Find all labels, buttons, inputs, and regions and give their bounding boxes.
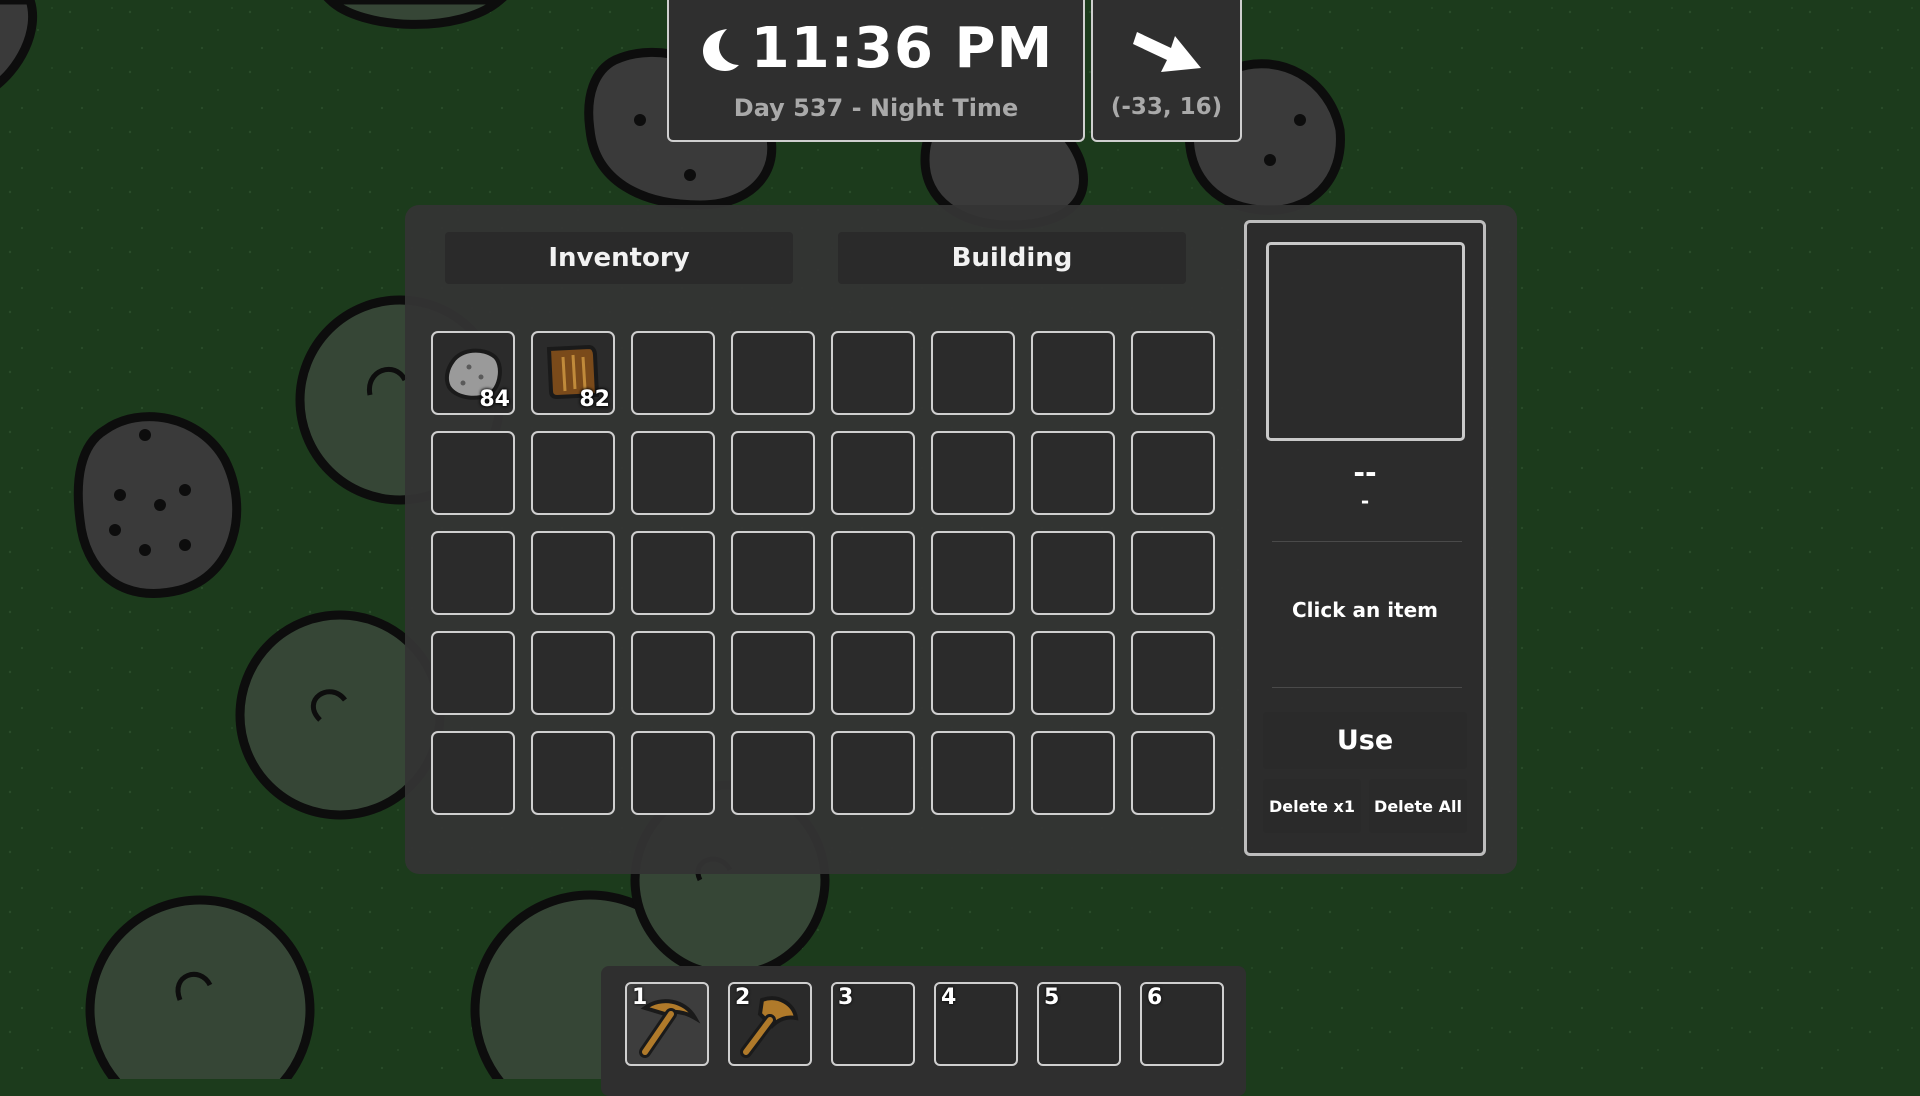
delete-all-button[interactable]: Delete All	[1369, 779, 1467, 833]
inventory-slot[interactable]	[831, 431, 915, 515]
inventory-slot[interactable]	[831, 631, 915, 715]
inventory-slot[interactable]	[931, 531, 1015, 615]
inventory-slot[interactable]	[931, 431, 1015, 515]
inventory-slot[interactable]	[1131, 331, 1215, 415]
tab-inventory[interactable]: Inventory	[445, 232, 793, 284]
item-count: 84	[479, 387, 510, 412]
inventory-slot[interactable]	[731, 731, 815, 815]
inventory-slot[interactable]	[431, 431, 515, 515]
inventory-slot[interactable]	[531, 631, 615, 715]
inventory-slot[interactable]	[431, 631, 515, 715]
inventory-slot[interactable]	[431, 731, 515, 815]
inventory-slot[interactable]: 82	[531, 331, 615, 415]
inventory-slot[interactable]: 84	[431, 331, 515, 415]
clock-time: 11:36 PM	[750, 16, 1054, 81]
inventory-panel: Inventory Building 84 82 -- - Click an it…	[405, 205, 1517, 874]
hotbar-slot-number: 4	[941, 985, 957, 1010]
inventory-slot[interactable]	[1131, 731, 1215, 815]
coordinates: (-33, 16)	[1110, 94, 1223, 120]
use-button[interactable]: Use	[1263, 712, 1467, 769]
inventory-slot[interactable]	[831, 731, 915, 815]
inventory-slot[interactable]	[731, 331, 815, 415]
inventory-slot[interactable]	[531, 531, 615, 615]
inventory-slot[interactable]	[1031, 731, 1115, 815]
item-preview	[1266, 242, 1465, 441]
inventory-slot[interactable]	[931, 731, 1015, 815]
inventory-slot[interactable]	[731, 531, 815, 615]
inventory-slot[interactable]	[631, 631, 715, 715]
clock-panel: 11:36 PM Day 537 - Night Time	[667, 0, 1085, 142]
hotbar-slot-2[interactable]: 2	[728, 982, 812, 1066]
arrow-down-right-icon	[1133, 32, 1201, 72]
inventory-slot[interactable]	[631, 531, 715, 615]
inventory-slot[interactable]	[1031, 431, 1115, 515]
inventory-slot[interactable]	[1031, 631, 1115, 715]
inventory-slot[interactable]	[631, 331, 715, 415]
hotbar-slot-1[interactable]: 1	[625, 982, 709, 1066]
inventory-slot[interactable]	[931, 631, 1015, 715]
inventory-slot[interactable]	[731, 631, 815, 715]
item-detail-panel: -- - Click an item Use Delete x1 Delete …	[1244, 220, 1486, 856]
item-count: 82	[579, 387, 610, 412]
divider	[1272, 687, 1462, 688]
day-label: Day 537 - Night Time	[733, 94, 1019, 122]
inventory-slot[interactable]	[731, 431, 815, 515]
tab-building[interactable]: Building	[838, 232, 1186, 284]
hotbar-slot-number: 5	[1044, 985, 1060, 1010]
inventory-slot[interactable]	[631, 731, 715, 815]
inventory-slot[interactable]	[1031, 331, 1115, 415]
item-description: Click an item	[1291, 598, 1439, 622]
inventory-slot[interactable]	[1131, 531, 1215, 615]
item-subtitle: -	[1360, 489, 1370, 513]
inventory-slot[interactable]	[1031, 531, 1115, 615]
moon-icon	[702, 28, 739, 71]
inventory-slot[interactable]	[831, 331, 915, 415]
inventory-slot[interactable]	[431, 531, 515, 615]
inventory-slot[interactable]	[531, 731, 615, 815]
divider	[1272, 541, 1462, 542]
hotbar-slot-number: 3	[838, 985, 854, 1010]
compass-panel: (-33, 16)	[1091, 0, 1242, 142]
inventory-slot[interactable]	[831, 531, 915, 615]
hotbar-slot-number: 1	[632, 985, 648, 1010]
hotbar-slot-number: 6	[1147, 985, 1163, 1010]
inventory-slot[interactable]	[1131, 431, 1215, 515]
hotbar-slot-number: 2	[735, 985, 751, 1010]
hotbar: 1 2 3 4 5 6	[601, 966, 1246, 1096]
inventory-slot[interactable]	[1131, 631, 1215, 715]
inventory-slot[interactable]	[631, 431, 715, 515]
delete-one-button[interactable]: Delete x1	[1263, 779, 1361, 833]
item-name: --	[1353, 456, 1377, 489]
hotbar-slot-5[interactable]: 5	[1037, 982, 1121, 1066]
inventory-slot[interactable]	[531, 431, 615, 515]
inventory-slot[interactable]	[931, 331, 1015, 415]
hotbar-slot-3[interactable]: 3	[831, 982, 915, 1066]
hotbar-slot-6[interactable]: 6	[1140, 982, 1224, 1066]
hotbar-slot-4[interactable]: 4	[934, 982, 1018, 1066]
